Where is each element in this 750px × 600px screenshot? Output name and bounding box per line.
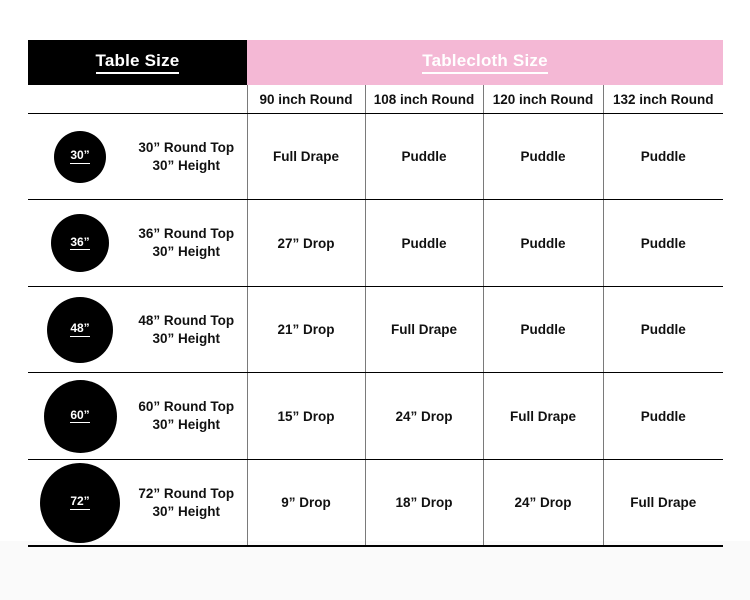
table-size-description: 36” Round Top 30” Height	[132, 225, 247, 261]
column-header-row: 90 inch Round 108 inch Round 120 inch Ro…	[28, 85, 723, 114]
table-size-badge: 72”	[40, 462, 120, 543]
column-header-120: 120 inch Round	[482, 85, 603, 114]
table-row: 60” 60” Round Top 30” Height 15” Drop 24…	[28, 372, 723, 460]
drape-value-cell: Puddle	[602, 372, 723, 460]
column-header-132: 132 inch Round	[602, 85, 723, 114]
drape-value-cell: Puddle	[602, 199, 723, 287]
table-size-desc-line1: 60” Round Top	[138, 399, 235, 415]
table-size-badge: 60”	[43, 379, 117, 453]
drape-value-cell: Puddle	[364, 113, 483, 200]
size-chart-table: Table Size Tablecloth Size 90 inch Round…	[28, 40, 723, 547]
table-size-desc-line2: 30” Height	[152, 417, 220, 432]
table-size-description: 72” Round Top 30” Height	[132, 485, 247, 521]
drape-value-cell: 21” Drop	[246, 286, 365, 373]
badge-holder: 30”	[28, 130, 132, 183]
table-size-desc-line1: 48” Round Top	[138, 312, 235, 328]
tablecloth-size-chart: Table Size Tablecloth Size 90 inch Round…	[28, 40, 723, 547]
column-header-108: 108 inch Round	[364, 85, 483, 114]
table-size-desc-line1: 36” Round Top	[138, 226, 235, 242]
table-size-badge: 48”	[47, 296, 113, 363]
drape-value-cell: 9” Drop	[246, 459, 365, 547]
table-size-desc-line2: 30” Height	[152, 503, 220, 519]
column-header-spacer	[28, 85, 247, 114]
banner-row: Table Size Tablecloth Size	[28, 40, 723, 85]
table-row: 36” 36” Round Top 30” Height 27” Drop Pu…	[28, 199, 723, 287]
page-lower-band	[0, 541, 750, 600]
table-size-desc-line1: 72” Round Top	[138, 485, 235, 501]
table-size-desc-line2: 30” Height	[152, 244, 220, 259]
table-size-badge-label: 60”	[70, 407, 90, 424]
table-row: 30” 30” Round Top 30” Height Full Drape …	[28, 113, 723, 200]
banner-table-size: Table Size	[28, 40, 247, 85]
table-size-badge-label: 72”	[70, 494, 90, 510]
banner-table-size-label: Table Size	[95, 51, 180, 74]
table-size-desc-line1: 30” Round Top	[138, 139, 235, 155]
banner-tablecloth-size-label: Tablecloth Size	[422, 51, 548, 74]
table-size-desc-line2: 30” Height	[152, 330, 220, 346]
drape-value-cell: Puddle	[602, 113, 723, 200]
drape-value-cell: Full Drape	[246, 113, 365, 200]
drape-value-cell: Puddle	[482, 286, 603, 373]
drape-value-cell: Puddle	[482, 113, 603, 200]
table-size-badge: 36”	[51, 214, 109, 272]
badge-holder: 60”	[28, 379, 132, 453]
badge-holder: 36”	[28, 214, 132, 272]
drape-value-cell: Puddle	[602, 286, 723, 373]
table-size-description: 30” Round Top 30” Height	[132, 139, 247, 175]
drape-value-cell: Full Drape	[602, 459, 723, 547]
drape-value-cell: 24” Drop	[482, 459, 603, 547]
banner-tablecloth-size: Tablecloth Size	[247, 40, 723, 85]
table-size-badge-label: 36”	[70, 234, 90, 251]
table-size-badge: 30”	[54, 130, 106, 183]
size-chart-body: Table Size Tablecloth Size 90 inch Round…	[28, 40, 723, 547]
table-row: 48” 48” Round Top 30” Height 21” Drop Fu…	[28, 286, 723, 373]
table-size-description: 60” Round Top 30” Height	[132, 398, 247, 434]
drape-value-cell: Full Drape	[482, 372, 603, 460]
table-size-cell: 48” 48” Round Top 30” Height	[28, 286, 247, 373]
table-size-cell: 30” 30” Round Top 30” Height	[28, 113, 247, 200]
table-size-cell: 36” 36” Round Top 30” Height	[28, 199, 247, 287]
table-size-description: 48” Round Top 30” Height	[132, 312, 247, 348]
table-size-desc-line2: 30” Height	[152, 157, 220, 173]
drape-value-cell: 27” Drop	[246, 199, 365, 287]
badge-holder: 72”	[28, 462, 132, 543]
table-size-cell: 72” 72” Round Top 30” Height	[28, 459, 247, 547]
table-size-badge-label: 48”	[70, 321, 90, 337]
badge-holder: 48”	[28, 296, 132, 363]
column-header-90: 90 inch Round	[246, 85, 365, 114]
drape-value-cell: 24” Drop	[364, 372, 483, 460]
drape-value-cell: Full Drape	[364, 286, 483, 373]
drape-value-cell: 15” Drop	[246, 372, 365, 460]
table-size-badge-label: 30”	[70, 148, 90, 164]
drape-value-cell: Puddle	[364, 199, 483, 287]
table-size-cell: 60” 60” Round Top 30” Height	[28, 372, 247, 460]
drape-value-cell: 18” Drop	[364, 459, 483, 547]
drape-value-cell: Puddle	[482, 199, 603, 287]
table-row: 72” 72” Round Top 30” Height 9” Drop 18”…	[28, 459, 723, 547]
